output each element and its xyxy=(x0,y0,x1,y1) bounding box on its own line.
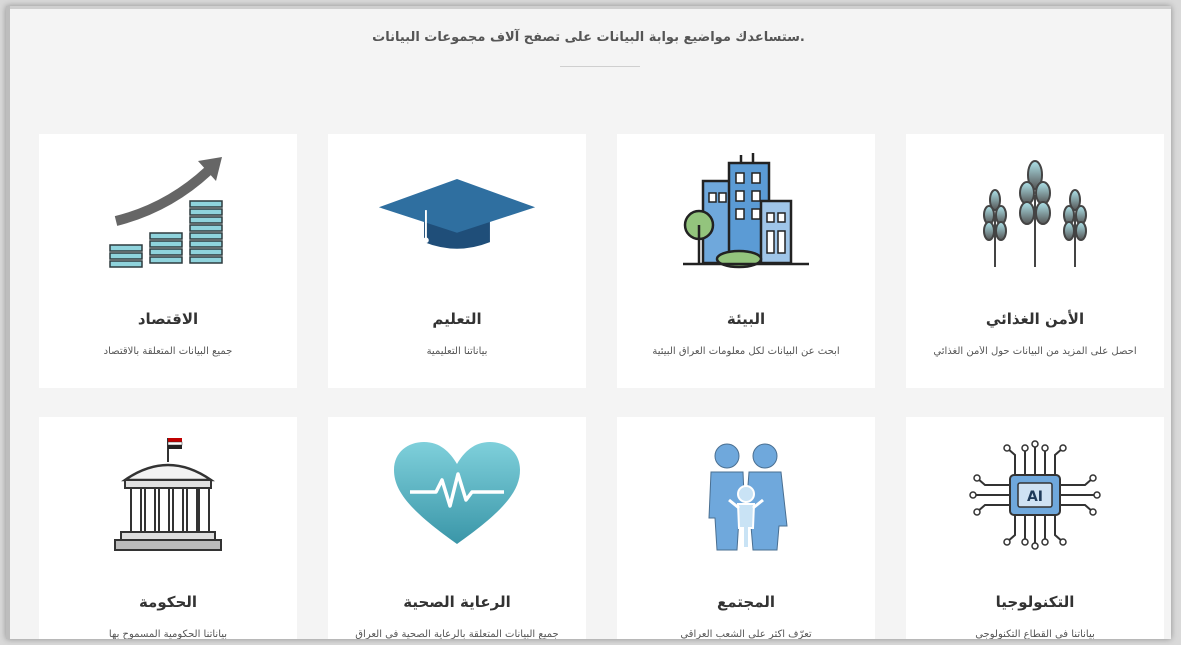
topic-title: الحكومة xyxy=(138,593,198,611)
intro-text: .ستساعدك مواضيع بوابة البيانات على تصفح … xyxy=(372,30,805,45)
topic-title: الاقتصاد xyxy=(137,310,199,328)
intro-divider xyxy=(560,66,640,67)
ai-chip-icon: AI xyxy=(955,435,1115,555)
page-frame: .ستساعدك مواضيع بوابة البيانات على تصفح … xyxy=(6,6,1171,639)
topic-description: بياناتنا في القطاع التكنولوجي xyxy=(975,629,1095,639)
topic-card-society[interactable]: المجتمع تعرّف اكثر على الشعب العراقي xyxy=(617,417,875,639)
topic-title: البيئة xyxy=(726,310,766,328)
growth-chart-icon xyxy=(88,152,248,272)
family-icon xyxy=(666,435,826,555)
topic-description: تعرّف اكثر على الشعب العراقي xyxy=(680,629,812,639)
svg-text:AI: AI xyxy=(1027,489,1043,505)
topic-title: التكنولوجيا xyxy=(995,593,1075,611)
topic-title: الأمن الغذائي xyxy=(985,310,1085,328)
topic-description: ابحث عن البيانات لكل معلومات العراق البي… xyxy=(652,346,840,357)
topic-description: جميع البيانات المتعلقة بالرعاية الصحية ف… xyxy=(355,629,559,639)
topic-card-technology[interactable]: AI التكنولوجيا بياناتنا في القطاع التكنو… xyxy=(906,417,1164,639)
topic-card-environment[interactable]: البيئة ابحث عن البيانات لكل معلومات العر… xyxy=(617,134,875,388)
government-building-icon xyxy=(88,435,248,555)
topic-description: جميع البيانات المتعلقة بالاقتصاد xyxy=(103,346,233,357)
topics-grid: الأمن الغذائي احصل على المزيد من البيانا… xyxy=(38,134,1164,639)
top-border xyxy=(6,6,1171,9)
topic-card-economy[interactable]: الاقتصاد جميع البيانات المتعلقة بالاقتصا… xyxy=(39,134,297,388)
topic-title: المجتمع xyxy=(716,593,776,611)
topic-description: بياناتنا التعليمية xyxy=(426,346,488,357)
topic-card-food-security[interactable]: الأمن الغذائي احصل على المزيد من البيانا… xyxy=(906,134,1164,388)
wheat-icon xyxy=(955,152,1115,272)
topic-card-healthcare[interactable]: الرعاية الصحية جميع البيانات المتعلقة با… xyxy=(328,417,586,639)
topic-description: بياناتنا الحكومية المسموح بها xyxy=(108,629,228,639)
topic-description: احصل على المزيد من البيانات حول الأمن ال… xyxy=(933,346,1137,357)
city-buildings-icon xyxy=(666,152,826,272)
topic-card-government[interactable]: الحكومة بياناتنا الحكومية المسموح بها xyxy=(39,417,297,639)
heartbeat-icon xyxy=(377,435,537,555)
topic-title: الرعاية الصحية xyxy=(403,593,511,611)
graduation-cap-icon xyxy=(377,152,537,272)
topic-title: التعليم xyxy=(432,310,482,328)
left-border xyxy=(6,6,10,639)
topic-card-education[interactable]: التعليم بياناتنا التعليمية xyxy=(328,134,586,388)
